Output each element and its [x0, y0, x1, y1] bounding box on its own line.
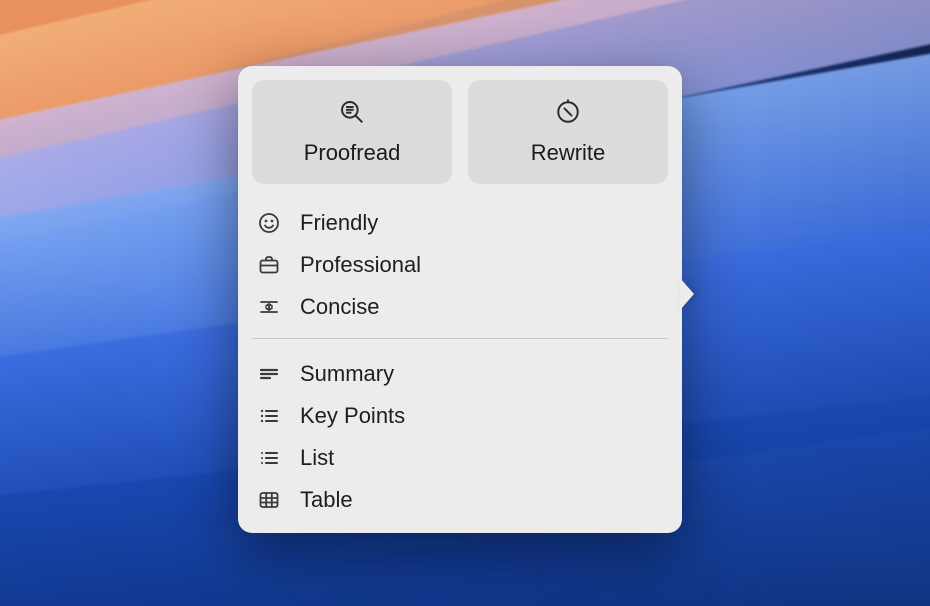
table-icon	[256, 488, 282, 512]
format-item-summary[interactable]: Summary	[254, 353, 666, 395]
tone-item-label: Friendly	[300, 210, 378, 236]
tone-item-concise[interactable]: Concise	[254, 286, 666, 328]
primary-actions-row: Proofread Rewrite	[252, 80, 668, 184]
format-item-table[interactable]: Table	[254, 479, 666, 521]
format-item-label: Summary	[300, 361, 394, 387]
rewrite-label: Rewrite	[531, 140, 606, 166]
tone-item-label: Concise	[300, 294, 379, 320]
format-item-keypoints[interactable]: Key Points	[254, 395, 666, 437]
tone-section: Friendly Professional	[252, 198, 668, 330]
tone-item-friendly[interactable]: Friendly	[254, 202, 666, 244]
section-divider	[252, 338, 668, 339]
briefcase-icon	[256, 253, 282, 277]
keypoints-icon	[256, 404, 282, 428]
format-item-label: Key Points	[300, 403, 405, 429]
proofread-label: Proofread	[304, 140, 401, 166]
tone-item-professional[interactable]: Professional	[254, 244, 666, 286]
format-item-label: List	[300, 445, 334, 471]
smiley-icon	[256, 211, 282, 235]
writing-tools-popover: Proofread Rewrite	[238, 66, 682, 533]
proofread-button[interactable]: Proofread	[252, 80, 452, 184]
rewrite-icon	[555, 99, 581, 128]
format-section: Summary Key Points	[252, 349, 668, 523]
format-item-label: Table	[300, 487, 353, 513]
list-icon	[256, 446, 282, 470]
rewrite-button[interactable]: Rewrite	[468, 80, 668, 184]
proofread-icon	[339, 99, 365, 128]
summary-icon	[256, 362, 282, 386]
format-item-list[interactable]: List	[254, 437, 666, 479]
tone-item-label: Professional	[300, 252, 421, 278]
concise-icon	[256, 295, 282, 319]
